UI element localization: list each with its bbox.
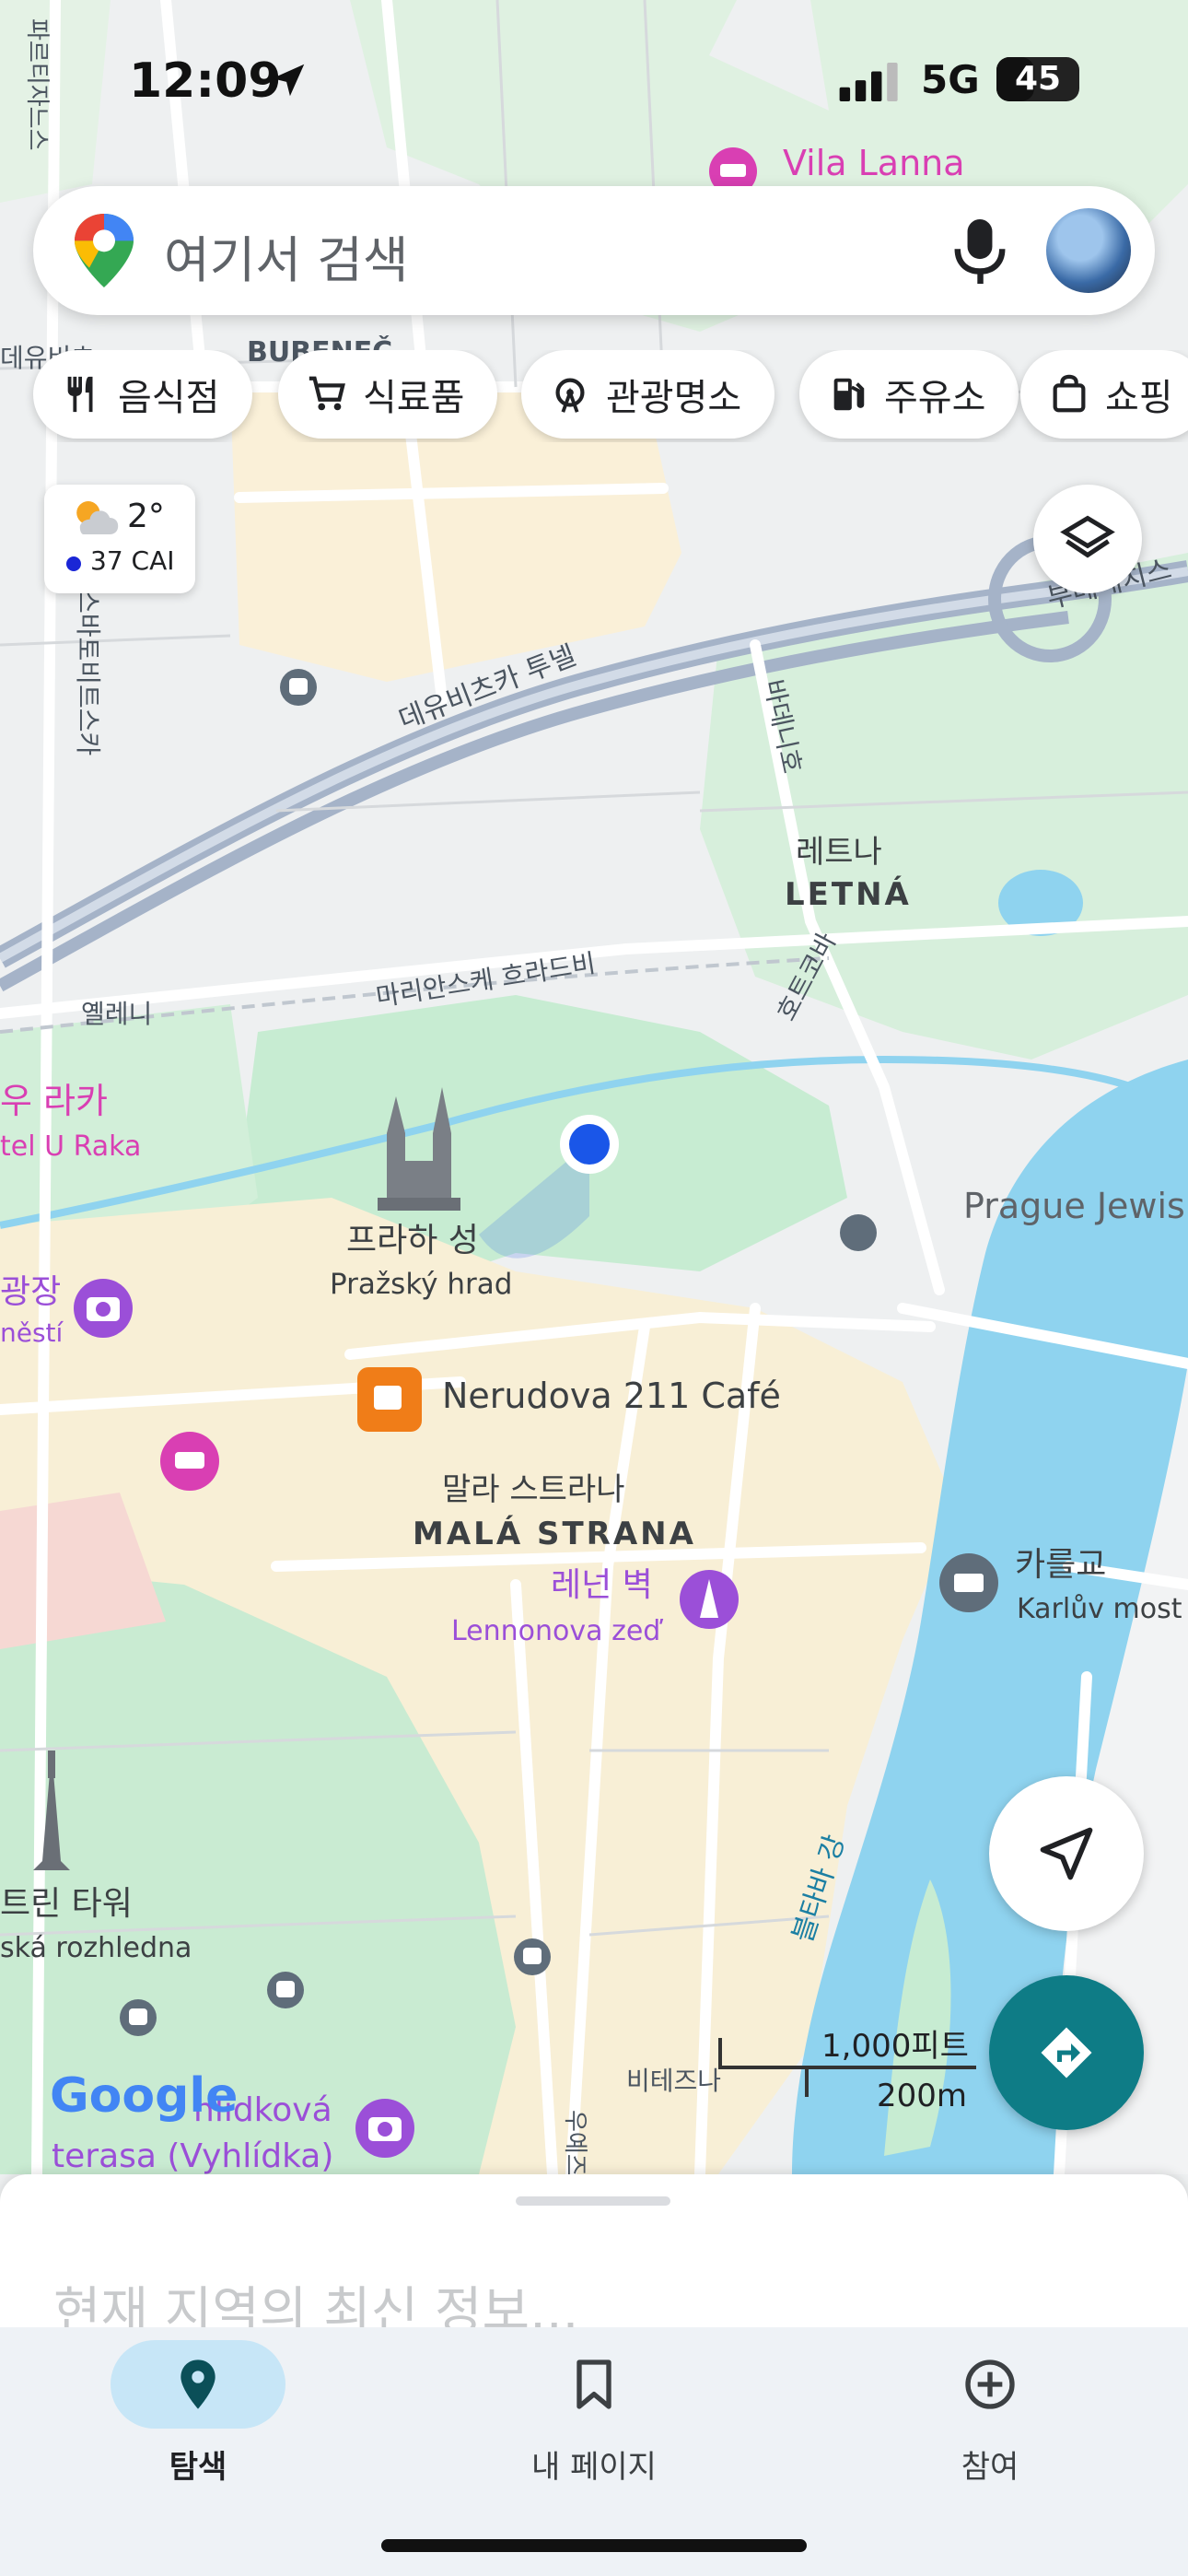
weather-temp: 2° <box>127 498 165 535</box>
weather-aqi: 37 CAI <box>90 545 175 576</box>
tab-saved[interactable]: 내 페이지 <box>396 2327 792 2539</box>
chip-restaurants[interactable]: 음식점 <box>33 350 253 439</box>
monument-poi-icon[interactable] <box>680 1570 739 1629</box>
add-circle-icon <box>965 2359 1015 2409</box>
tab-explore-label: 탐색 <box>169 2449 227 2486</box>
map-label-mala-strana-ko: 말라 스트라나 <box>442 1471 625 1508</box>
search-bar[interactable]: 여기서 검색 <box>33 186 1155 315</box>
map-label-charles[interactable]: Karlův most <box>1017 1593 1182 1625</box>
network-type: 5G <box>921 57 980 102</box>
status-bar: 12:09 5G 45 <box>0 0 1188 166</box>
map-label-charles-ko[interactable]: 카를교 <box>1015 1546 1106 1584</box>
chip-groceries[interactable]: 식료품 <box>278 350 498 439</box>
signal-bars-icon <box>839 63 898 101</box>
location-arrow-icon <box>272 64 305 97</box>
map-label-castle-ko[interactable]: 프라하 성 <box>346 1222 479 1259</box>
google-watermark: Google <box>50 2068 238 2124</box>
map-label-letna-ko: 레트나 <box>796 834 882 871</box>
map-label-letna: LETNÁ <box>785 875 912 913</box>
home-indicator[interactable] <box>381 2539 807 2552</box>
tab-contribute[interactable]: 참여 <box>792 2327 1188 2539</box>
map-label-prague-jewish[interactable]: Prague Jewis <box>963 1186 1185 1226</box>
map-label-namesti-ko[interactable]: 광장 <box>0 1273 61 1311</box>
tram-stop-icon[interactable] <box>267 1972 304 2008</box>
account-avatar[interactable] <box>1046 208 1131 293</box>
explore-pin-icon <box>181 2359 215 2409</box>
search-input[interactable]: 여기서 검색 <box>164 219 409 292</box>
tab-explore[interactable]: 탐색 <box>0 2327 396 2539</box>
map-label-cafe[interactable]: Nerudova 211 Café <box>442 1376 781 1416</box>
hotel-pin-icon[interactable] <box>160 1432 219 1491</box>
current-location-dot <box>560 1115 619 1174</box>
restaurant-icon <box>67 376 93 413</box>
bookmark-icon <box>577 2359 611 2409</box>
category-chips: 음식점 식료품 관광명소 주유소 쇼핑 <box>0 350 1188 442</box>
map-label-castle[interactable]: Pražský hrad <box>330 1268 512 1301</box>
shopping-bag-icon <box>1053 374 1086 413</box>
map-label-jeleni: 옐레니 <box>81 999 152 1029</box>
directions-button[interactable] <box>989 1975 1144 2130</box>
chip-gas-stations[interactable]: 주유소 <box>799 350 1019 439</box>
scale-imperial: 1,000피트 <box>821 2028 969 2065</box>
my-location-button[interactable] <box>989 1776 1144 1931</box>
tab-saved-label: 내 페이지 <box>531 2449 657 2486</box>
cart-icon <box>309 376 345 411</box>
weather-widget[interactable]: 2° 37 CAI <box>44 485 195 593</box>
sheet-handle[interactable] <box>516 2196 670 2206</box>
map-label-vyhlidka2[interactable]: terasa (Vyhlídka) <box>52 2137 333 2175</box>
tram-stop-icon[interactable] <box>120 1999 157 2036</box>
microphone-icon[interactable] <box>954 219 1006 284</box>
chip-shopping[interactable]: 쇼핑 <box>1020 350 1188 439</box>
map-label-lennon-ko[interactable]: 레넌 벽 <box>551 1566 653 1604</box>
cafe-icon[interactable] <box>357 1367 422 1432</box>
scale-metric: 200m <box>877 2078 967 2114</box>
map-label-tower-ko[interactable]: 트린 타워 <box>0 1885 133 1923</box>
map-label-mala-strana: MALÁ STRANA <box>413 1515 696 1552</box>
camera-poi-icon[interactable] <box>74 1279 133 1338</box>
tram-stop-icon[interactable] <box>514 1938 551 1975</box>
layers-button[interactable] <box>1033 485 1142 593</box>
gas-station-icon <box>833 378 865 411</box>
tram-stop-icon[interactable] <box>280 669 317 706</box>
map-label-u-raka[interactable]: tel U Raka <box>0 1130 141 1163</box>
battery-icon: 45 <box>996 57 1079 101</box>
battery-level: 45 <box>1014 60 1062 98</box>
ferris-wheel-icon <box>555 378 585 413</box>
camera-poi-icon[interactable] <box>355 2099 414 2158</box>
bridge-poi-icon[interactable] <box>939 1553 998 1612</box>
navigation-arrow-icon <box>1040 1827 1093 1880</box>
metro-icon[interactable] <box>840 1214 877 1251</box>
tab-contribute-label: 참여 <box>961 2449 1019 2486</box>
bottom-sheet[interactable]: 현재 지역의 최신 정보... <box>0 2174 1188 2342</box>
partly-cloudy-icon <box>76 501 119 534</box>
map-label-street-left: 스바토비트스카 <box>73 590 103 755</box>
map-label-namesti[interactable]: něstí <box>0 1317 64 1348</box>
map-label-u-raka-ko[interactable]: 우 라카 <box>0 1081 108 1121</box>
directions-icon <box>1041 2027 1092 2078</box>
status-time: 12:09 <box>129 53 282 109</box>
aqi-dot <box>66 556 81 571</box>
chip-attractions[interactable]: 관광명소 <box>521 350 775 439</box>
google-maps-logo-icon <box>75 214 134 287</box>
map-label-lennon[interactable]: Lennonova zeď <box>451 1615 663 1647</box>
layers-icon <box>1060 515 1115 558</box>
map-label-vitezna: 비테즈나 <box>626 2066 721 2096</box>
map-label-tower[interactable]: ská rozhledna <box>0 1932 192 1964</box>
